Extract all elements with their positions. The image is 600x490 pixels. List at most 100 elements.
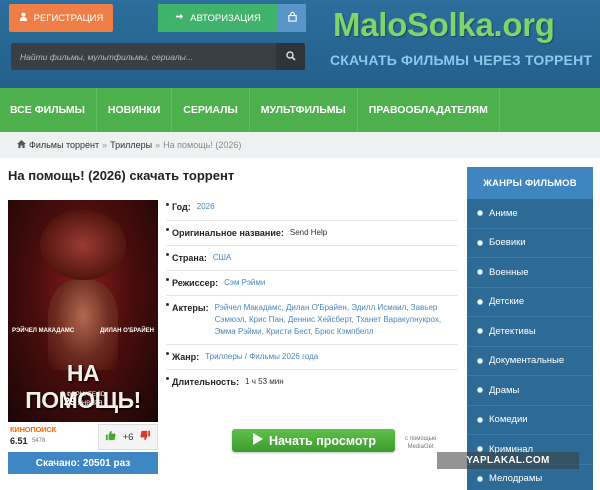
movie-poster[interactable]: РЭЙЧЕЛ МАКАДАМС ДИЛАН О'БРАЙЕН НА ПОМОЩЬ…: [8, 200, 158, 422]
breadcrumb-home[interactable]: Фильмы торрент: [29, 140, 99, 150]
sidebar-item-label: Комедии: [489, 414, 528, 426]
info-row-year: Год: 2026: [166, 196, 458, 221]
sidebar-item-drama[interactable]: Драмы: [467, 376, 593, 406]
lock-icon: [287, 9, 298, 27]
poster-figure-art: [48, 280, 118, 370]
poster-actor-left: РЭЙЧЕЛ МАКАДАМС: [12, 328, 75, 334]
info-year[interactable]: 2026: [197, 201, 215, 213]
kinopoisk-rating[interactable]: КИНОПОИСК 6.51 5478: [8, 424, 98, 450]
nav-item-series[interactable]: СЕРИАЛЫ: [172, 88, 250, 132]
bullet-icon: [477, 328, 483, 335]
poster-release-day: 29: [63, 396, 76, 408]
genres-sidebar: ЖАНРЫ ФИЛЬМОВ Аниме Боевики Военные Детс…: [467, 167, 593, 490]
sidebar-title: ЖАНРЫ ФИЛЬМОВ: [467, 167, 593, 199]
bullet-icon: [477, 239, 483, 246]
breadcrumb-current: На помощь! (2026): [163, 140, 242, 150]
kinopoisk-logo: КИНОПОИСК: [10, 425, 57, 434]
via-line-1: с помощью: [405, 436, 437, 442]
breadcrumb-separator: »: [102, 140, 108, 150]
login-button[interactable]: АВТОРИЗАЦИЯ: [158, 4, 278, 32]
main-nav: ВСЕ ФИЛЬМЫ НОВИНКИ СЕРИАЛЫ МУЛЬТФИЛЬМЫ П…: [0, 88, 600, 132]
info-label: Жанр:: [172, 352, 200, 362]
site-header: РЕГИСТРАЦИЯ АВТОРИЗАЦИЯ MaloSolka.org СК…: [0, 0, 600, 88]
sidebar-item-label: Военные: [489, 266, 529, 278]
bullet-icon: [477, 210, 483, 217]
info-label: Оригинальное название:: [172, 228, 284, 238]
nav-item-new[interactable]: НОВИНКИ: [97, 88, 173, 132]
breadcrumb-section[interactable]: Триллеры: [110, 140, 152, 150]
poster-actors: РЭЙЧЕЛ МАКАДАМС ДИЛАН О'БРАЙЕН: [12, 328, 154, 334]
register-button[interactable]: РЕГИСТРАЦИЯ: [9, 4, 113, 32]
bullet-icon: [477, 269, 483, 276]
info-row-actors: Актеры: Рэйчел Макадамс, Дилан О'Брайен,…: [166, 296, 458, 345]
info-label: Год:: [172, 202, 191, 212]
via-line-2: MediaGet: [407, 444, 434, 450]
vote-count: +6: [122, 431, 134, 443]
sidebar-item-comedy[interactable]: Комедии: [467, 406, 593, 435]
site-logo[interactable]: MaloSolka.org: [333, 6, 555, 44]
bullet-icon: [477, 387, 483, 394]
info-director[interactable]: Сэм Рэйми: [224, 277, 265, 289]
breadcrumb: Фильмы торрент » Триллеры » На помощь! (…: [17, 140, 241, 150]
vote-box: +6: [98, 424, 158, 450]
info-country[interactable]: США: [213, 252, 231, 264]
poster-release-month: ЯНВАРЯ: [77, 401, 103, 407]
lock-button[interactable]: [278, 4, 306, 32]
mediaget-note: с помощью MediaGet: [405, 435, 436, 451]
info-label: Длительность:: [172, 377, 240, 387]
sidebar-item-label: Боевики: [489, 237, 526, 249]
nav-item-copyright[interactable]: ПРАВООБЛАДАТЕЛЯМ: [358, 88, 500, 132]
nav-item-cartoons[interactable]: МУЛЬТФИЛЬМЫ: [250, 88, 358, 132]
thumbs-down-icon[interactable]: [140, 428, 151, 446]
info-label: Страна:: [172, 253, 207, 263]
sidebar-item-detective[interactable]: Детективы: [467, 317, 593, 347]
bullet-icon: [477, 357, 483, 364]
sidebar-item-action[interactable]: Боевики: [467, 229, 593, 258]
rating-row: КИНОПОИСК 6.51 5478 +6: [8, 424, 158, 450]
kinopoisk-votes: 5478: [32, 438, 46, 444]
info-row-duration: Длительность: 1 ч 53 мин: [166, 370, 458, 393]
user-icon: [19, 12, 28, 24]
nav-item-all-movies[interactable]: ВСЕ ФИЛЬМЫ: [0, 88, 97, 132]
info-genre[interactable]: Триллеры / Фильмы 2026 года: [205, 351, 318, 363]
search-icon: [285, 48, 296, 66]
watch-label: Начать просмотр: [269, 433, 376, 448]
home-icon: [17, 140, 26, 150]
download-count: Скачано: 20501 раз: [8, 452, 158, 474]
sidebar-item-anime[interactable]: Аниме: [467, 199, 593, 229]
thumbs-up-icon[interactable]: [105, 428, 116, 446]
kinopoisk-score: 6.51: [10, 436, 28, 446]
search-input[interactable]: [11, 43, 276, 70]
start-watching-button[interactable]: Начать просмотр: [232, 429, 395, 452]
sidebar-item-label: Документальные: [489, 355, 565, 367]
info-row-country: Страна: США: [166, 246, 458, 271]
register-label: РЕГИСТРАЦИЯ: [33, 12, 104, 24]
site-tagline: СКАЧАТЬ ФИЛЬМЫ ЧЕРЕЗ ТОРРЕНТ: [330, 52, 593, 68]
poster-release: В ФОРМАТЕ 3D 29 ЯНВАРЯ: [8, 392, 158, 408]
page-title: На помощь! (2026) скачать торрент: [8, 168, 235, 183]
search-box: [11, 43, 305, 70]
info-label: Актеры:: [172, 303, 209, 313]
poster-release-prefix: В ФОРМАТЕ 3D: [60, 392, 106, 398]
sidebar-item-label: Детские: [489, 296, 525, 308]
watermark: YAPLAKAL.COM: [437, 452, 579, 469]
search-button[interactable]: [276, 43, 305, 70]
bullet-icon: [477, 298, 483, 305]
breadcrumb-separator: »: [155, 140, 161, 150]
sign-in-icon: [175, 12, 184, 24]
play-icon: [251, 433, 264, 448]
info-label: Режиссер:: [172, 278, 219, 288]
poster-face-art: [40, 210, 126, 280]
sidebar-item-documentary[interactable]: Документальные: [467, 347, 593, 376]
sidebar-item-label: Мелодрамы: [489, 473, 543, 485]
sidebar-item-label: Детективы: [489, 325, 536, 337]
sidebar-item-war[interactable]: Военные: [467, 258, 593, 288]
info-actors[interactable]: Рэйчел Макадамс, Дилан О'Брайен, Эдилл И…: [215, 302, 458, 338]
info-duration: 1 ч 53 мин: [245, 377, 284, 386]
poster-actor-right: ДИЛАН О'БРАЙЕН: [100, 328, 154, 334]
sidebar-item-label: Аниме: [489, 207, 518, 219]
movie-info: Год: 2026 Оригинальное название: Send He…: [166, 196, 458, 393]
info-original-title: Send Help: [289, 228, 328, 237]
sidebar-item-kids[interactable]: Детские: [467, 288, 593, 317]
breadcrumb-bar: Фильмы торрент » Триллеры » На помощь! (…: [0, 132, 600, 158]
